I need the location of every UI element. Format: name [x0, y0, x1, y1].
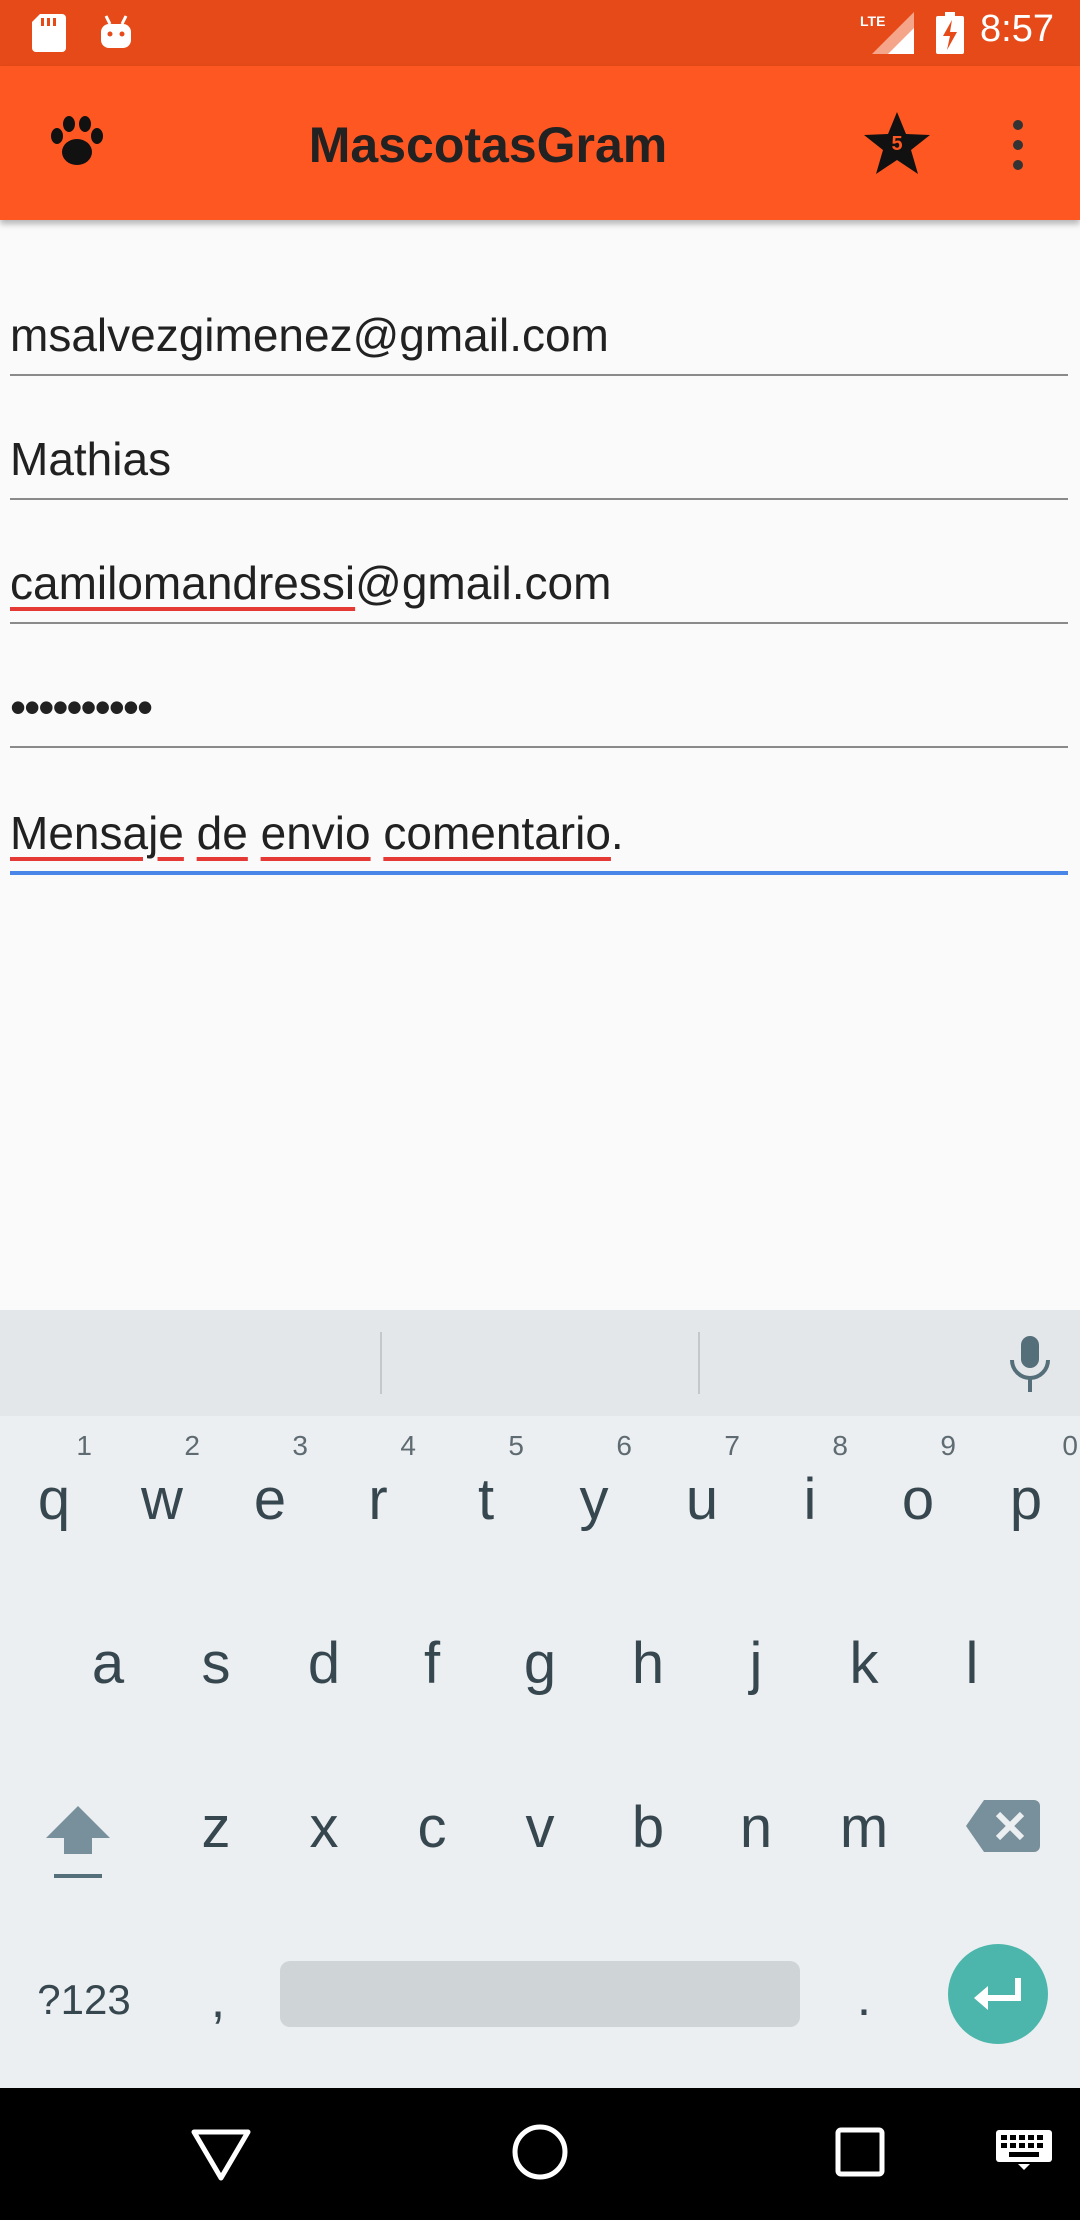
- key-x[interactable]: x: [270, 1744, 378, 1904]
- key-m[interactable]: m: [810, 1744, 918, 1904]
- key-v[interactable]: v: [486, 1744, 594, 1904]
- key-s[interactable]: s: [162, 1580, 270, 1740]
- key-q[interactable]: 1 q: [0, 1416, 108, 1576]
- key-l[interactable]: l: [918, 1580, 1026, 1740]
- more-vert-icon[interactable]: [996, 118, 1040, 172]
- sender-email-value: msalvezgimenez@gmail.com: [10, 309, 609, 361]
- battery-charging-icon: [936, 12, 964, 54]
- field-underline: [10, 374, 1068, 376]
- status-bar: LTE 8:57: [0, 0, 1080, 66]
- suggestion-divider: [698, 1332, 700, 1394]
- favorites-badge: 5: [891, 133, 903, 155]
- microphone-icon[interactable]: [1006, 1336, 1054, 1392]
- key-b[interactable]: b: [594, 1744, 702, 1904]
- keyboard: 1 q 2 w 3 e 4 r 5 t 6 y 7 u 8 i 9 o 0 p …: [0, 1310, 1080, 2088]
- key-i[interactable]: 8 i: [756, 1416, 864, 1576]
- favorites-button[interactable]: 5: [862, 110, 932, 176]
- key-e[interactable]: 3 e: [216, 1416, 324, 1576]
- spellcheck-word: Mensaje: [10, 807, 184, 859]
- symbols-key[interactable]: ?123: [14, 1950, 154, 2060]
- sd-card-icon: [32, 14, 66, 52]
- clock: 8:57: [980, 8, 1054, 50]
- key-h[interactable]: h: [594, 1580, 702, 1740]
- sender-name-field[interactable]: Mathias: [10, 420, 1068, 500]
- sender-name-value: Mathias: [10, 433, 172, 485]
- key-j[interactable]: j: [702, 1580, 810, 1740]
- suggestion-divider: [380, 1332, 382, 1394]
- field-underline: [10, 622, 1068, 624]
- app-bar: MascotasGram 5: [0, 66, 1080, 220]
- recipient-email-field[interactable]: camilomandressi@gmail.com: [10, 544, 1068, 624]
- key-z[interactable]: z: [162, 1744, 270, 1904]
- navigation-bar: [0, 2088, 1080, 2220]
- period-key[interactable]: .: [816, 1950, 912, 2060]
- key-a[interactable]: a: [54, 1580, 162, 1740]
- message-field[interactable]: Mensaje de envio comentario.: [10, 794, 1068, 875]
- field-underline: [10, 498, 1068, 500]
- shift-key[interactable]: [30, 1790, 126, 1910]
- sender-email-field[interactable]: msalvezgimenez@gmail.com: [10, 296, 1068, 376]
- back-icon[interactable]: [190, 2128, 252, 2182]
- key-p[interactable]: 0 p: [972, 1416, 1080, 1576]
- key-g[interactable]: g: [486, 1580, 594, 1740]
- key-r[interactable]: 4 r: [324, 1416, 432, 1576]
- key-f[interactable]: f: [378, 1580, 486, 1740]
- enter-key[interactable]: [948, 1944, 1048, 2044]
- key-k[interactable]: k: [810, 1580, 918, 1740]
- password-field[interactable]: ••••••••••: [10, 668, 1068, 748]
- key-n[interactable]: n: [702, 1744, 810, 1904]
- spellcheck-word: de: [196, 807, 248, 859]
- comma-key[interactable]: ,: [170, 1950, 266, 2060]
- suggestion-strip: [0, 1310, 1080, 1416]
- key-c[interactable]: c: [378, 1744, 486, 1904]
- recipient-email-value: camilomandressi@gmail.com: [10, 556, 611, 610]
- field-underline: [10, 746, 1068, 748]
- space-bar[interactable]: [280, 1961, 800, 2027]
- backspace-icon[interactable]: [966, 1800, 1040, 1852]
- key-u[interactable]: 7 u: [648, 1416, 756, 1576]
- enter-icon: [974, 1978, 1021, 2010]
- recents-icon[interactable]: [834, 2126, 886, 2178]
- android-icon: [101, 15, 131, 48]
- message-ending: .: [610, 807, 624, 859]
- svg-text:LTE: LTE: [860, 13, 885, 29]
- spellcheck-word: comentario: [383, 807, 611, 859]
- key-o[interactable]: 9 o: [864, 1416, 972, 1576]
- message-value: Mensaje de envio comentario.: [10, 806, 624, 860]
- lte-signal-icon: LTE: [860, 12, 914, 54]
- keyboard-icon[interactable]: [996, 2130, 1052, 2170]
- recipient-email-domain: @gmail.com: [355, 557, 612, 609]
- app-title: MascotasGram: [308, 117, 668, 173]
- password-value: ••••••••••: [10, 681, 153, 733]
- key-w[interactable]: 2 w: [108, 1416, 216, 1576]
- home-icon[interactable]: [510, 2122, 570, 2182]
- shift-icon: [46, 1806, 110, 1878]
- key-y[interactable]: 6 y: [540, 1416, 648, 1576]
- key-t[interactable]: 5 t: [432, 1416, 540, 1576]
- field-underline-focused: [10, 871, 1068, 875]
- spellcheck-word: envio: [260, 807, 371, 859]
- key-d[interactable]: d: [270, 1580, 378, 1740]
- spellcheck-word: camilomandressi: [10, 557, 356, 609]
